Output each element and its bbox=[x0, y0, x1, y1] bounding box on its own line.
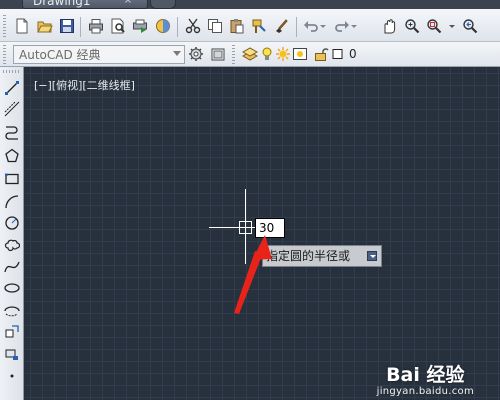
rectangle-icon[interactable] bbox=[3, 170, 21, 188]
zoom-window-icon[interactable] bbox=[424, 16, 444, 36]
toolbar-separator bbox=[177, 17, 178, 37]
document-tab-label: Drawing1 bbox=[33, 0, 91, 8]
redo-dropdown-icon[interactable] bbox=[349, 16, 359, 36]
toolbar-separator bbox=[80, 17, 81, 37]
revision-cloud-icon[interactable] bbox=[3, 235, 21, 253]
watermark-url: jingyan.baidu.com bbox=[376, 386, 474, 397]
ellipse-arc-icon[interactable] bbox=[3, 302, 21, 320]
point-icon[interactable] bbox=[3, 367, 21, 385]
toolbar-grip[interactable] bbox=[3, 45, 6, 64]
layer-thaw-icon[interactable] bbox=[275, 44, 291, 64]
layer-on-icon[interactable] bbox=[260, 44, 274, 64]
match-properties-icon[interactable] bbox=[249, 16, 269, 36]
dynamic-prompt-text: 指定圆的半径或 bbox=[266, 249, 351, 263]
new-icon[interactable] bbox=[12, 16, 32, 36]
zoom-previous-icon[interactable] bbox=[460, 16, 480, 36]
construction-line-icon[interactable] bbox=[3, 100, 21, 118]
standard-toolbar bbox=[0, 9, 500, 42]
drawing-canvas[interactable]: [−][俯视][二维线框] 30 指定圆的半径或 Bai 经验 jingyan.… bbox=[25, 67, 500, 400]
workspace-settings-icon[interactable] bbox=[186, 44, 206, 64]
open-icon[interactable] bbox=[35, 16, 55, 36]
viewport-controls-label[interactable]: [−][俯视][二维线框] bbox=[34, 79, 135, 93]
document-tab-strip: Drawing1 × bbox=[0, 0, 500, 9]
new-tab-button[interactable] bbox=[150, 0, 176, 9]
prompt-options-arrow-icon[interactable] bbox=[367, 251, 377, 261]
cut-icon[interactable] bbox=[183, 16, 203, 36]
polyline-icon[interactable] bbox=[3, 123, 21, 141]
workspace-select-value: AutoCAD 经典 bbox=[19, 48, 101, 62]
pan-icon[interactable] bbox=[379, 16, 399, 36]
spline-icon[interactable] bbox=[3, 258, 21, 276]
dynamic-input-field[interactable]: 30 bbox=[255, 218, 285, 238]
baidu-jingyan-watermark: Bai 经验 jingyan.baidu.com bbox=[377, 364, 474, 398]
watermark-logo: Bai 经验 bbox=[386, 364, 465, 386]
toolbar-grip[interactable] bbox=[3, 15, 6, 37]
toolbar-grip[interactable] bbox=[3, 70, 21, 73]
print-preview-icon[interactable] bbox=[108, 16, 128, 36]
polygon-icon[interactable] bbox=[3, 147, 21, 165]
toolbar-grip[interactable] bbox=[232, 45, 235, 64]
arc-icon[interactable] bbox=[3, 193, 21, 211]
dynamic-prompt-tooltip: 指定圆的半径或 bbox=[262, 245, 382, 267]
draw-toolbar bbox=[0, 67, 24, 400]
current-layer-name[interactable]: 0 bbox=[349, 47, 357, 61]
dynamic-input-value: 30 bbox=[259, 221, 275, 235]
line-icon[interactable] bbox=[3, 79, 21, 97]
paste-icon[interactable] bbox=[227, 16, 247, 36]
layer-unlock-icon[interactable] bbox=[313, 44, 329, 64]
close-tab-icon[interactable]: × bbox=[123, 0, 133, 6]
insert-block-icon[interactable] bbox=[3, 323, 21, 341]
document-tab-drawing1[interactable]: Drawing1 × bbox=[22, 0, 148, 9]
brush-icon[interactable] bbox=[271, 16, 291, 36]
print-icon[interactable] bbox=[86, 16, 106, 36]
publish-icon[interactable] bbox=[130, 16, 150, 36]
undo-dropdown-icon[interactable] bbox=[318, 16, 328, 36]
layer-properties-icon[interactable] bbox=[240, 44, 260, 64]
layer-viewport-icon[interactable] bbox=[292, 44, 308, 64]
zoom-realtime-icon[interactable] bbox=[402, 16, 422, 36]
zoom-dropdown-icon[interactable] bbox=[446, 16, 458, 36]
toolbar-separator bbox=[296, 17, 297, 37]
copy-icon[interactable] bbox=[205, 16, 225, 36]
3d-print-icon[interactable] bbox=[153, 16, 173, 36]
workspace-select[interactable]: AutoCAD 经典 bbox=[13, 45, 185, 64]
cursor-pickbox bbox=[239, 221, 252, 234]
layer-color-swatch-icon[interactable] bbox=[330, 44, 346, 64]
circle-icon[interactable] bbox=[3, 214, 21, 232]
make-block-icon[interactable] bbox=[3, 345, 21, 363]
chevron-down-icon[interactable] bbox=[173, 51, 181, 56]
ellipse-icon[interactable] bbox=[3, 279, 21, 297]
toolbar-lock-icon[interactable] bbox=[208, 44, 228, 64]
save-icon[interactable] bbox=[57, 16, 77, 36]
